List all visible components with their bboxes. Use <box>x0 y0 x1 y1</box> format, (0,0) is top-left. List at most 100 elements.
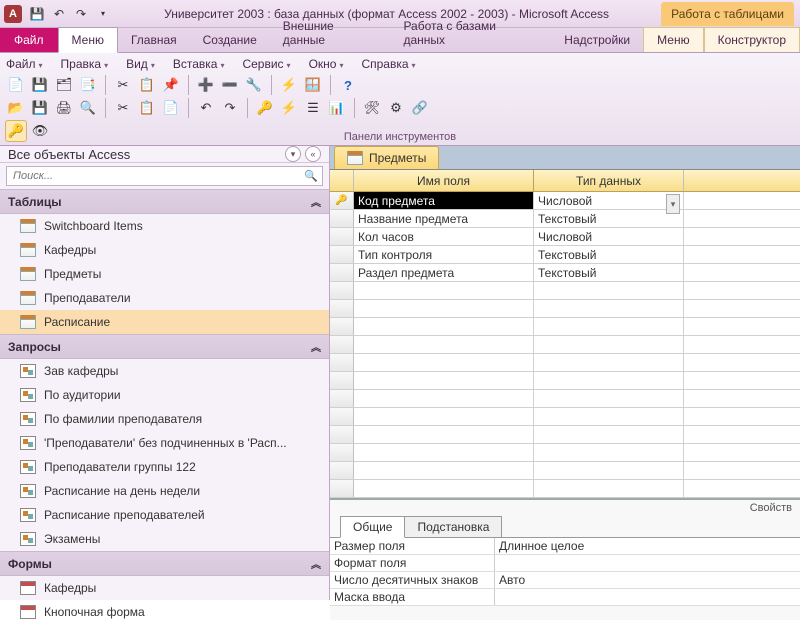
index-icon[interactable]: ⚡ <box>279 75 299 95</box>
nav-item-query[interactable]: Зав кафедры <box>0 359 329 383</box>
paste-icon[interactable]: 📌 <box>161 75 181 95</box>
save2-icon[interactable]: 💾 <box>30 98 50 118</box>
field-desc-cell[interactable] <box>684 192 800 209</box>
key-icon[interactable]: 🔑 <box>255 98 275 118</box>
row-selector[interactable] <box>330 210 354 227</box>
nav-item-table[interactable]: Преподаватели <box>0 286 329 310</box>
nav-item-table[interactable]: Кафедры <box>0 238 329 262</box>
property-row[interactable]: Число десятичных знаковАвто <box>330 572 800 589</box>
field-type-cell[interactable] <box>534 408 684 425</box>
undo-icon[interactable]: ↶ <box>50 5 68 23</box>
cut2-icon[interactable]: ✂ <box>113 98 133 118</box>
field-row[interactable] <box>330 318 800 336</box>
field-type-cell[interactable] <box>534 444 684 461</box>
row-selector[interactable] <box>330 300 354 317</box>
field-name-cell[interactable] <box>354 354 534 371</box>
nav-item-query[interactable]: По фамилии преподавателя <box>0 407 329 431</box>
field-desc-cell[interactable] <box>684 426 800 443</box>
field-row[interactable] <box>330 372 800 390</box>
help-icon[interactable]: ? <box>338 75 358 95</box>
field-type-cell[interactable]: Текстовый <box>534 246 684 263</box>
nav-item-table[interactable]: Расписание <box>0 310 329 334</box>
sheet-icon[interactable]: 📊 <box>327 98 347 118</box>
field-row[interactable] <box>330 408 800 426</box>
field-row[interactable] <box>330 336 800 354</box>
field-desc-cell[interactable] <box>684 408 800 425</box>
field-desc-cell[interactable] <box>684 210 800 227</box>
field-desc-cell[interactable] <box>684 282 800 299</box>
field-name-cell[interactable] <box>354 390 534 407</box>
window-icon[interactable]: 🪟 <box>303 75 323 95</box>
redo2-icon[interactable]: ↷ <box>220 98 240 118</box>
column-header-type[interactable]: Тип данных <box>534 170 684 191</box>
menu-tools[interactable]: Сервис <box>242 57 290 71</box>
nav-item-table[interactable]: Switchboard Items <box>0 214 329 238</box>
nav-item-table[interactable]: Предметы <box>0 262 329 286</box>
field-desc-cell[interactable] <box>684 228 800 245</box>
field-desc-cell[interactable] <box>684 246 800 263</box>
nav-group-tables[interactable]: Таблицы ︽ <box>0 189 329 214</box>
nav-item-query[interactable]: Экзамены <box>0 527 329 551</box>
field-name-cell[interactable] <box>354 408 534 425</box>
field-row[interactable]: Тип контроляТекстовый <box>330 246 800 264</box>
property-tab-general[interactable]: Общие <box>340 516 405 538</box>
nav-group-queries[interactable]: Запросы ︽ <box>0 334 329 359</box>
field-desc-cell[interactable] <box>684 318 800 335</box>
nav-item-query[interactable]: По аудитории <box>0 383 329 407</box>
field-name-cell[interactable] <box>354 336 534 353</box>
field-row[interactable]: Код предметаЧисловой <box>330 192 800 210</box>
row-selector[interactable] <box>330 246 354 263</box>
field-name-cell[interactable]: Кол часов <box>354 228 534 245</box>
ribbon-tab-ctx[interactable]: Конструктор <box>704 27 800 52</box>
nav-item-query[interactable]: 'Преподаватели' без подчиненных в 'Расп.… <box>0 431 329 455</box>
property-row[interactable]: Маска ввода <box>330 589 800 606</box>
snippet-icon[interactable]: 📑 <box>78 75 98 95</box>
field-type-cell[interactable] <box>534 354 684 371</box>
row-selector[interactable] <box>330 372 354 389</box>
ribbon-tab[interactable]: Главная <box>118 28 190 52</box>
property-tab-lookup[interactable]: Подстановка <box>404 516 502 538</box>
field-name-cell[interactable]: Раздел предмета <box>354 264 534 281</box>
column-header-desc[interactable] <box>684 170 800 191</box>
paste2-icon[interactable]: 📄 <box>161 98 181 118</box>
field-name-cell[interactable] <box>354 318 534 335</box>
undo2-icon[interactable]: ↶ <box>196 98 216 118</box>
search-input[interactable] <box>6 166 323 186</box>
field-type-cell[interactable] <box>534 318 684 335</box>
row-selector[interactable] <box>330 480 354 497</box>
field-row[interactable] <box>330 354 800 372</box>
property-value[interactable] <box>495 555 800 571</box>
field-desc-cell[interactable] <box>684 300 800 317</box>
builder-icon[interactable]: 🔧 <box>244 75 264 95</box>
row-selector[interactable] <box>330 336 354 353</box>
saveas-icon[interactable]: 🗂 <box>54 75 74 95</box>
row-selector[interactable] <box>330 318 354 335</box>
field-type-cell[interactable] <box>534 426 684 443</box>
menu-window[interactable]: Окно <box>309 57 344 71</box>
rows-icon[interactable]: ☰ <box>303 98 323 118</box>
field-name-cell[interactable]: Код предмета <box>354 192 534 209</box>
nav-item-form[interactable]: Кнопочная форма <box>0 600 329 624</box>
field-desc-cell[interactable] <box>684 336 800 353</box>
field-row[interactable]: Раздел предметаТекстовый <box>330 264 800 282</box>
field-type-cell[interactable] <box>534 300 684 317</box>
field-name-cell[interactable]: Название предмета <box>354 210 534 227</box>
nav-item-form[interactable]: Кафедры <box>0 576 329 600</box>
row-selector[interactable] <box>330 282 354 299</box>
tool2-icon[interactable]: ⚙ <box>386 98 406 118</box>
row-selector[interactable] <box>330 192 354 209</box>
new-icon[interactable]: 📄 <box>6 75 26 95</box>
field-name-cell[interactable] <box>354 372 534 389</box>
property-row[interactable]: Размер поляДлинное целое <box>330 538 800 555</box>
row-selector-header[interactable] <box>330 170 354 191</box>
menu-file[interactable]: Файл <box>6 57 43 71</box>
field-name-cell[interactable] <box>354 462 534 479</box>
open-icon[interactable]: 📂 <box>6 98 26 118</box>
row-selector[interactable] <box>330 462 354 479</box>
ribbon-tab[interactable]: Меню <box>58 27 118 53</box>
field-type-cell[interactable] <box>534 372 684 389</box>
property-value[interactable]: Длинное целое <box>495 538 800 554</box>
field-name-cell[interactable] <box>354 282 534 299</box>
field-type-cell[interactable]: Текстовый <box>534 210 684 227</box>
field-name-cell[interactable] <box>354 426 534 443</box>
